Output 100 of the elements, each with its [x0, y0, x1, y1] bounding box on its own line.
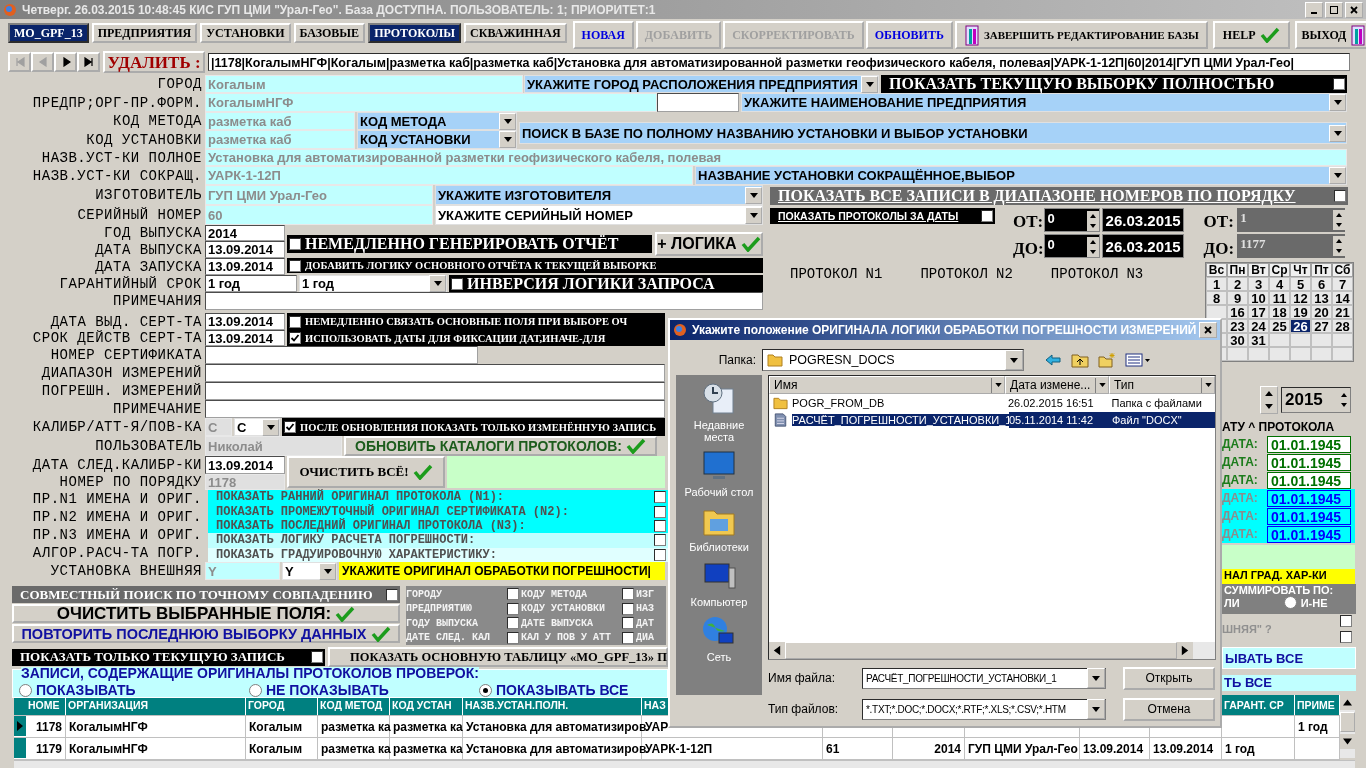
checkbox[interactable]	[654, 534, 666, 547]
column-header[interactable]: ОРГАНИЗАЦИЯ	[66, 695, 246, 715]
logic-button[interactable]: + ЛОГИКА	[655, 232, 763, 256]
date-field[interactable]: 01.01.1945	[1267, 471, 1351, 489]
calendar-day[interactable]: 9	[1227, 291, 1248, 305]
calendar-day[interactable]: 30	[1227, 333, 1248, 347]
maximize-button[interactable]	[1325, 1, 1343, 18]
column-header[interactable]: КОД УСТАН	[390, 695, 463, 715]
column-header[interactable]: НАЗВ.УСТАН.ПОЛН.	[463, 695, 642, 715]
open-button[interactable]: Открыть	[1123, 666, 1215, 690]
checkbox[interactable]	[981, 210, 993, 222]
checkbox[interactable]	[1334, 190, 1346, 202]
number-field[interactable]: 0	[1043, 208, 1100, 232]
text-field[interactable]: 1 год	[205, 275, 297, 292]
row-indicator[interactable]	[14, 716, 26, 737]
tab[interactable]: БАЗОВЫЕ	[293, 23, 366, 43]
checkbox[interactable]	[507, 617, 519, 630]
calendar-day[interactable]: 16	[1227, 305, 1248, 319]
action-button[interactable]: ОБНОВИТЬ	[865, 21, 953, 49]
checkbox-option[interactable]: ПОСЛЕ ОБНОВЛЕНИЯ ПОКАЗАТЬ ТОЛЬКО ИЗМЕНЁННУЮ ЗАПИСЬ	[282, 418, 665, 436]
calendar-day[interactable]: 20	[1311, 305, 1332, 319]
checkbox[interactable]	[507, 602, 519, 615]
checkbox-option[interactable]: СОВМЕСТНЫЙ ПОИСК ПО ТОЧНОМУ СОВПАДЕНИЮ	[12, 586, 400, 603]
dropdown[interactable]: КОД УСТАНОВКИ	[357, 130, 517, 149]
radio-button[interactable]	[249, 683, 262, 697]
scroll-left-icon[interactable]	[769, 642, 785, 659]
tab[interactable]: ПРЕДПРИЯТИЯ	[91, 23, 198, 43]
calendar-day[interactable]: 1	[1206, 277, 1227, 291]
place-button[interactable]: Сеть	[679, 613, 759, 663]
column-header[interactable]: ГОРОД	[246, 695, 318, 715]
checkbox-option[interactable]: ПОКАЗАТЬ РАННИЙ ОРИГИНАЛ ПРОТОКОЛА (N1):	[208, 490, 668, 505]
calendar-day[interactable]: 10	[1248, 291, 1269, 305]
exit-button[interactable]: ВЫХОД	[1294, 21, 1366, 49]
year-field[interactable]: 2015	[1281, 387, 1351, 413]
dropdown[interactable]: ПОИСК В БАЗЕ ПО ПОЛНОМУ НАЗВАНИЮ УСТАНОВКИ И ВЫБОР УСТАНОВКИ	[519, 122, 1347, 144]
date-field[interactable]: 01.01.1945	[1267, 507, 1351, 525]
text-field[interactable]: 13.09.2014	[205, 456, 285, 474]
calendar-day[interactable]: 31	[1248, 333, 1269, 347]
folder-dropdown[interactable]: POGRESN_DOCS	[762, 349, 1024, 371]
show-all-button[interactable]: ЫВАТЬ ВСЕ	[1222, 647, 1356, 669]
radio-option[interactable]: НЕ ПОКАЗЫВАТЬ	[249, 682, 479, 698]
radio-button[interactable]	[1283, 596, 1297, 609]
checkbox[interactable]	[654, 491, 666, 504]
help-button[interactable]: HELP	[1212, 21, 1290, 49]
date-field[interactable]: 01.01.1945	[1267, 435, 1351, 453]
calendar-day[interactable]: 7	[1332, 277, 1353, 291]
radio-option[interactable]: ПОКАЗЫВАТЬ	[19, 682, 249, 698]
spin-buttons[interactable]	[1338, 390, 1350, 410]
refresh-catalogs-button[interactable]: ОБНОВИТЬ КАТАЛОГИ ПРОТОКОЛОВ:	[344, 436, 657, 456]
file-row[interactable]: РАСЧЁТ_ПОГРЕШНОСТИ_УСТАНОВКИ_105.11.2014 11:42 Файл "DOCX"	[769, 412, 1215, 428]
place-button[interactable]: Библиотеки	[679, 503, 759, 553]
minimize-button[interactable]	[1305, 1, 1323, 18]
navigation-button[interactable]	[77, 52, 100, 72]
checkbox[interactable]	[622, 617, 634, 630]
column-header[interactable]: Имя	[769, 376, 1005, 394]
tab[interactable]: ПРОТОКОЛЫ	[368, 23, 462, 43]
calendar-day[interactable]: 23	[1227, 319, 1248, 333]
checkbox[interactable]	[622, 602, 634, 615]
tab[interactable]: MO_GPF_13	[8, 23, 89, 43]
tab[interactable]: СКВАЖИННАЯ	[464, 23, 567, 43]
spin-buttons[interactable]	[1086, 211, 1099, 231]
checkbox-option[interactable]: ПОКАЗАТЬ ЛОГИКУ РАСЧЕТА ПОГРЕШНОСТИ:	[208, 533, 668, 548]
show-table-button[interactable]: ПОКАЗАТЬ ОСНОВНУЮ ТАБЛИЦУ «MO_GPF_13» П	[328, 647, 668, 667]
dropdown[interactable]: КОД МЕТОДА	[357, 112, 517, 130]
calendar-day[interactable]: 26	[1290, 319, 1311, 333]
scroll-down-icon[interactable]	[1340, 734, 1355, 749]
number-field[interactable]: 0	[1043, 234, 1100, 258]
checkbox[interactable]	[507, 588, 519, 601]
finish-editing-button[interactable]: ЗАВЕРШИТЬ РЕДАКТИРОВАНИЕ БАЗЫ	[954, 21, 1208, 49]
checkbox-option[interactable]: ПОКАЗАТЬ ПРОТОКОЛЫ ЗА ДАТЫ	[770, 208, 995, 224]
delete-button[interactable]: УДАЛИТЬ :	[103, 51, 205, 73]
calendar-day[interactable]: 27	[1311, 319, 1332, 333]
spin-buttons[interactable]	[1086, 237, 1099, 257]
checkbox-option[interactable]: ИНВЕРСИЯ ЛОГИКИ ЗАПРОСА	[449, 275, 763, 292]
file-type-dropdown[interactable]: *.TXT;*.DOC;*.DOCX;*.RTF;*.XLS;*.CSV;*.HTM	[862, 698, 1106, 720]
calendar-day[interactable]: 11	[1269, 291, 1290, 305]
checkbox[interactable]	[289, 259, 301, 272]
checkbox[interactable]	[311, 651, 323, 663]
action-button[interactable]: НОВАЯ	[572, 21, 634, 49]
checkbox[interactable]	[622, 588, 634, 601]
checkbox[interactable]	[289, 315, 301, 328]
checkbox-option[interactable]: НЕМЕДЛЕННО СВЯЗАТЬ ОСНОВНЫЕ ПОЛЯ ПРИ ВЫБОРЕ ОЧ	[287, 313, 665, 330]
date-field[interactable]: 01.01.1945	[1267, 453, 1351, 471]
radio-button[interactable]	[479, 683, 492, 697]
calendar-day[interactable]: 8	[1206, 291, 1227, 305]
dropdown-button[interactable]	[1201, 377, 1214, 393]
checkbox[interactable]	[451, 277, 463, 290]
dropdown-button[interactable]	[1095, 377, 1108, 393]
checkbox-option[interactable]: ПОКАЗАТЬ ТОЛЬКО ТЕКУЩУЮ ЗАПИСЬ	[12, 648, 325, 666]
calendar-day[interactable]: 2	[1227, 277, 1248, 291]
checkbox[interactable]	[386, 588, 398, 601]
dropdown[interactable]: УКАЖИТЕ ГОРОД РАСПОЛОЖЕНИЯ ПРЕДПРИЯТИЯ	[524, 75, 879, 93]
calendar-day[interactable]: 6	[1311, 277, 1332, 291]
dropdown[interactable]: С	[234, 418, 280, 436]
date-field[interactable]: 01.01.1945	[1267, 525, 1351, 543]
text-field[interactable]	[205, 400, 665, 418]
tab[interactable]: УСТАНОВКИ	[200, 23, 291, 43]
checkbox[interactable]	[289, 238, 301, 250]
close-button[interactable]	[1345, 1, 1363, 18]
record-field[interactable]: |1178|КогалымНГФ|Когалым|разметка каб|разметка каб|Установка для автоматизированной разметки геофизического кабеля, полевая|УАРК-1-12П|60|2014|ГУП ЦМИ Урал-Гео|	[208, 53, 1350, 71]
